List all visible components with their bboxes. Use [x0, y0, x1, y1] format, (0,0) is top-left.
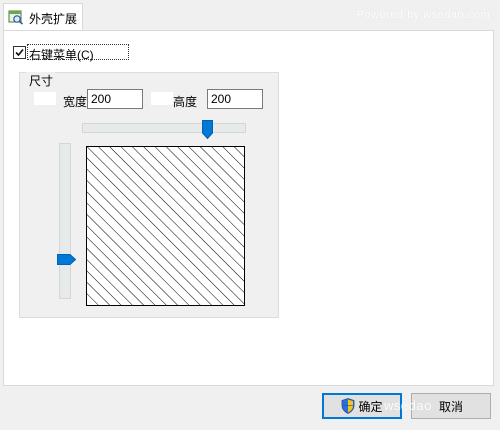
context-menu-checkbox[interactable]	[13, 46, 26, 59]
context-menu-label[interactable]: 右键菜单(C)	[29, 46, 94, 63]
hatch-pattern	[87, 147, 244, 305]
size-group-title: 尺寸	[26, 72, 56, 89]
width-label-swatch	[34, 92, 56, 105]
size-group: 尺寸 宽度 200 高度 200	[19, 72, 279, 318]
watermark-text-bottom: wsedao	[384, 398, 432, 413]
tab-shell-extension[interactable]: 外壳扩展	[3, 3, 83, 30]
tab-strip: 外壳扩展	[0, 0, 500, 31]
ok-button-label: 确定	[358, 399, 383, 414]
horizontal-slider-track[interactable]	[82, 123, 246, 133]
height-input[interactable]: 200	[207, 89, 263, 109]
vertical-slider-thumb[interactable]	[57, 254, 77, 265]
shield-icon	[341, 398, 355, 414]
size-preview	[86, 146, 245, 306]
tab-panel: 右键菜单(C) 尺寸 宽度 200 高度 200	[3, 30, 494, 386]
height-label: 高度	[173, 95, 198, 109]
width-label: 宽度	[63, 95, 88, 109]
shell-extension-icon	[8, 9, 24, 25]
vertical-slider-track[interactable]	[59, 143, 71, 299]
horizontal-slider-thumb[interactable]	[202, 120, 213, 140]
checkmark-icon	[15, 48, 24, 57]
cancel-button-label: 取消	[438, 399, 463, 414]
width-input[interactable]: 200	[87, 89, 143, 109]
tab-label: 外壳扩展	[29, 12, 78, 26]
height-label-swatch	[151, 92, 173, 105]
